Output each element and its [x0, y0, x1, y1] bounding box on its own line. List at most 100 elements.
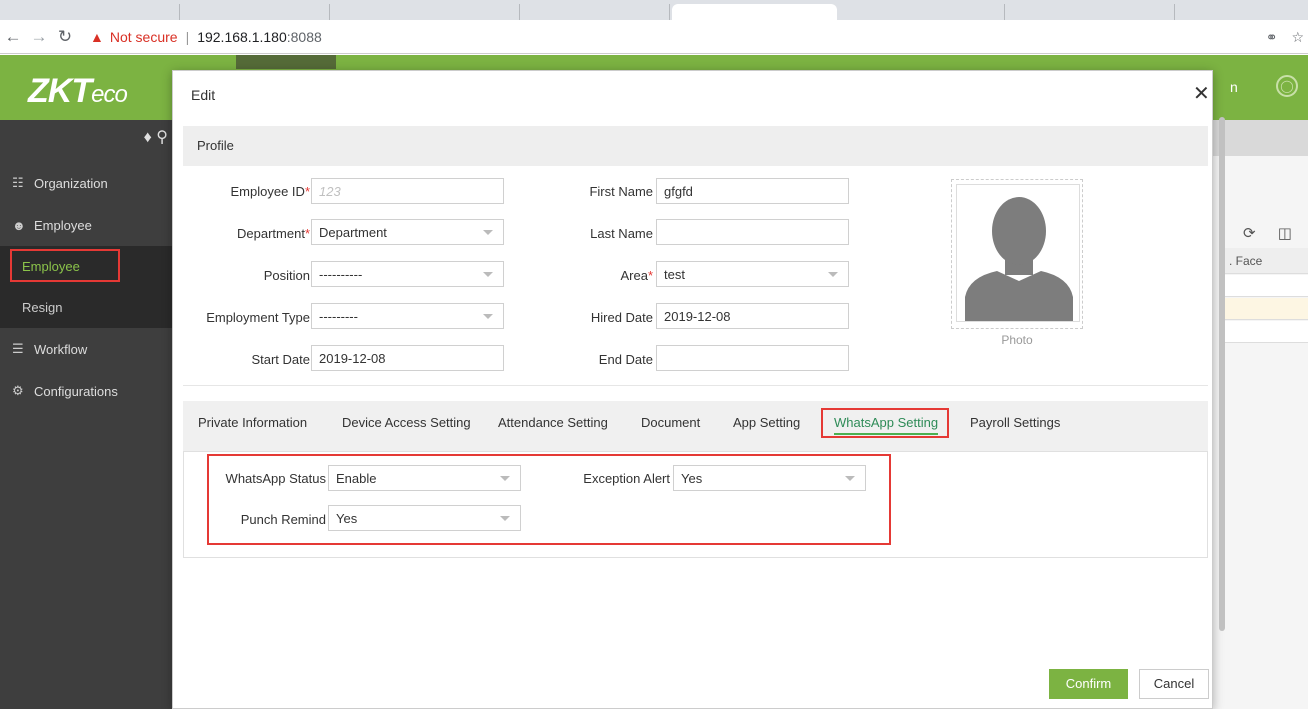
table-row[interactable] — [1223, 298, 1308, 320]
reload-icon[interactable]: ↻ — [52, 27, 78, 47]
first-name-input[interactable]: gfgfd — [656, 178, 849, 204]
position-select[interactable]: ---------- — [311, 261, 504, 287]
section-divider — [183, 385, 1208, 386]
table-row[interactable] — [1223, 321, 1308, 343]
profile-section-header: Profile — [183, 126, 1208, 166]
sitemap-icon: ☷ — [12, 175, 24, 190]
table-header-face: . Face — [1223, 248, 1308, 274]
background-table-area: ⟳ ◫ . Face — [1213, 120, 1308, 709]
position-select-value: ---------- — [319, 267, 363, 282]
area-select[interactable]: test — [656, 261, 849, 287]
gears-icon: ⚙ — [12, 383, 24, 398]
edit-employee-dialog: Edit ✕ Profile Employee ID* 123 First Na… — [172, 70, 1225, 709]
last-name-label: Last Name — [590, 226, 653, 241]
browser-tab[interactable] — [0, 4, 180, 20]
department-select-value: Department — [319, 225, 387, 240]
sidebar-item-label: Resign — [22, 300, 63, 315]
tab-attendance-setting[interactable]: Attendance Setting — [498, 415, 608, 430]
first-name-label: First Name — [589, 184, 653, 199]
url-port: :8088 — [286, 28, 322, 45]
tab-document[interactable]: Document — [641, 415, 700, 430]
tab-device-access-setting[interactable]: Device Access Setting — [342, 415, 471, 430]
warning-triangle-icon: ▲ — [90, 28, 104, 45]
table-toolbar-icons: ⟳ ◫ — [1243, 224, 1292, 242]
zkteco-logo: ZKTeco — [28, 72, 128, 110]
sidebar-top-icons: ♦ ⚲ — [0, 120, 172, 162]
columns-icon[interactable]: ◫ — [1278, 225, 1292, 242]
highlight-box-whatsapp-fields — [207, 454, 891, 545]
end-date-label: End Date — [598, 352, 653, 367]
background-grey-bar — [1213, 120, 1308, 156]
close-icon[interactable]: ✕ — [1193, 81, 1210, 106]
start-date-input[interactable]: 2019-12-08 — [311, 345, 504, 371]
sidebar: ♦ ⚲ ☷ Organization ☻ Employee Employee R… — [0, 120, 172, 709]
sidebar-item-configurations[interactable]: ⚙ Configurations — [0, 370, 172, 412]
sidebar-item-label: Organization — [34, 175, 108, 191]
department-label: Department* — [237, 226, 310, 241]
employment-type-select-value: --------- — [319, 309, 358, 324]
cancel-button[interactable]: Cancel — [1139, 669, 1209, 699]
sidebar-item-workflow[interactable]: ☰ Workflow — [0, 328, 172, 370]
tab-payroll-settings[interactable]: Payroll Settings — [970, 415, 1060, 430]
dialog-scrollbar[interactable] — [1219, 117, 1225, 631]
browser-tab[interactable] — [520, 4, 670, 20]
last-name-input[interactable] — [656, 219, 849, 245]
photo-caption: Photo — [1001, 333, 1033, 347]
tab-private-information[interactable]: Private Information — [198, 415, 307, 430]
sidebar-item-label: Employee — [34, 217, 92, 233]
browser-tab-strip — [0, 0, 1308, 20]
browser-tab-active[interactable] — [672, 4, 837, 20]
browser-toolbar: ← → ↻ ▲ Not secure | 192.168.1.180:8088 … — [0, 20, 1308, 54]
chevron-down-icon — [483, 272, 493, 277]
users-icon: ☻ — [12, 217, 26, 233]
address-bar[interactable]: ▲ Not secure | 192.168.1.180:8088 — [90, 23, 322, 51]
hired-date-label: Hired Date — [590, 310, 653, 325]
back-arrow-icon[interactable]: ← — [0, 27, 26, 47]
area-select-value: test — [664, 267, 685, 282]
hired-date-input[interactable]: 2019-12-08 — [656, 303, 849, 329]
highlight-box-whatsapp-tab — [821, 408, 949, 438]
employee-id-label: Employee ID* — [230, 184, 310, 199]
start-date-label: Start Date — [251, 352, 310, 367]
key-icon[interactable]: ⚭ — [1266, 29, 1278, 46]
url-separator: | — [185, 28, 190, 45]
department-select[interactable]: Department — [311, 219, 504, 245]
employment-type-label: Employment Type — [206, 310, 310, 325]
person-silhouette-icon — [965, 197, 1073, 321]
header-active-tab[interactable] — [236, 55, 336, 69]
browser-tab[interactable] — [330, 4, 520, 20]
refresh-icon[interactable]: ⟳ — [1243, 225, 1256, 242]
url-host: 192.168.1.180 — [197, 28, 287, 45]
employee-id-input[interactable]: 123 — [311, 178, 504, 204]
chevron-down-icon — [828, 272, 838, 277]
photo-upload[interactable] — [951, 179, 1083, 329]
sidebar-subitem-resign[interactable]: Resign — [0, 287, 172, 328]
end-date-input[interactable] — [656, 345, 849, 371]
detail-tab-bar: Private Information Device Access Settin… — [183, 401, 1208, 451]
bookmark-star-icon[interactable]: ☆ — [1291, 29, 1304, 46]
browser-tab[interactable] — [1005, 4, 1175, 20]
browser-tab[interactable] — [840, 4, 1005, 20]
not-secure-label: Not secure — [109, 28, 178, 45]
table-row[interactable] — [1223, 275, 1308, 297]
chevron-down-icon — [483, 314, 493, 319]
user-avatar-icon[interactable]: ◯ — [1276, 75, 1298, 97]
tab-app-setting[interactable]: App Setting — [733, 415, 800, 430]
browser-tab[interactable] — [180, 4, 330, 20]
dialog-title: Edit — [191, 87, 216, 103]
employment-type-select[interactable]: --------- — [311, 303, 504, 329]
sidebar-item-employee-group[interactable]: ☻ Employee — [0, 204, 172, 246]
list-icon: ☰ — [12, 341, 24, 356]
sidebar-item-label: Configurations — [34, 383, 118, 399]
tags-icon[interactable]: ♦ — [144, 129, 152, 146]
confirm-button[interactable]: Confirm — [1049, 669, 1128, 699]
highlight-box-employee — [10, 249, 120, 282]
chevron-down-icon — [483, 230, 493, 235]
sidebar-item-organization[interactable]: ☷ Organization — [0, 162, 172, 204]
position-label: Position — [263, 268, 310, 283]
header-user-text[interactable]: n — [1230, 79, 1238, 95]
search-icon[interactable]: ⚲ — [156, 129, 168, 146]
area-label: Area* — [620, 268, 653, 283]
forward-arrow-icon[interactable]: → — [26, 27, 52, 47]
sidebar-item-label: Workflow — [34, 341, 88, 357]
